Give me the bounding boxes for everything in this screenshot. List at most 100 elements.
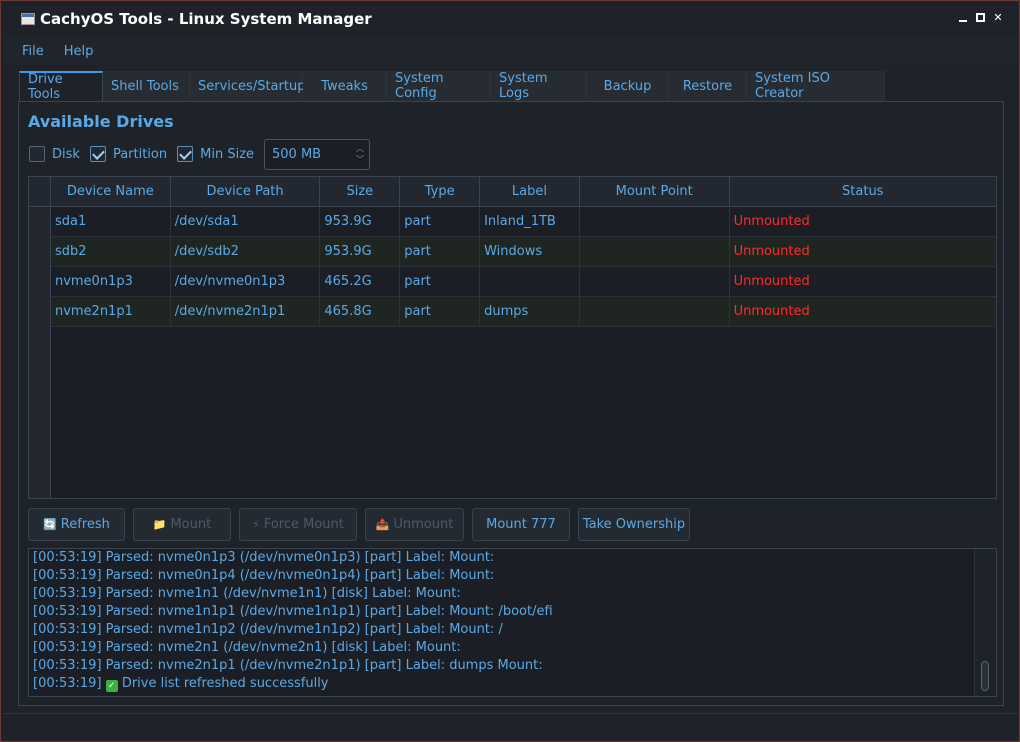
refresh-label: Refresh — [60, 517, 110, 532]
cell-type[interactable]: part — [400, 267, 481, 296]
unmount-label: Unmount — [393, 517, 454, 532]
app-window: CachyOS Tools - Linux System Manager ✕ F… — [0, 0, 1020, 742]
table-row[interactable]: 4 nvme2n1p1 /dev/nvme2n1p1 465.8G part d… — [29, 297, 996, 327]
tab-system-config[interactable]: System Config — [387, 71, 491, 101]
cell-size[interactable]: 953.9G — [320, 207, 401, 236]
cell-device-path[interactable]: /dev/nvme2n1p1 — [171, 297, 321, 326]
maximize-icon[interactable] — [976, 13, 985, 22]
menu-help[interactable]: Help — [64, 44, 94, 59]
drive-filters: Disk Partition Min Size 500 MB ︿ ﹀ — [29, 138, 371, 170]
tab-shell-tools[interactable]: Shell Tools — [103, 71, 190, 101]
tab-services-startup[interactable]: Services/Startup — [190, 71, 305, 101]
col-type[interactable]: Type — [400, 177, 481, 206]
chevron-up-icon[interactable]: ︿ — [356, 143, 364, 154]
tab-system-iso-creator[interactable]: System ISO Creator — [747, 71, 885, 101]
cell-device-path[interactable]: /dev/sdb2 — [171, 237, 321, 266]
row-header-column — [29, 207, 51, 498]
cell-type[interactable]: part — [400, 237, 481, 266]
cell-size[interactable]: 953.9G — [320, 237, 401, 266]
cell-device-name[interactable]: nvme0n1p3 — [51, 267, 171, 296]
tab-bar: Drive Tools Shell Tools Services/Startup… — [19, 71, 885, 102]
disk-checkbox[interactable] — [29, 146, 45, 162]
drive-tools-panel: Available Drives Disk Partition Min Size… — [18, 101, 1004, 706]
table-header: Device Name Device Path Size Type Label … — [29, 177, 996, 207]
minimize-icon[interactable] — [958, 13, 968, 23]
window-title: CachyOS Tools - Linux System Manager — [40, 10, 372, 28]
table-row[interactable]: 1 sda1 /dev/sda1 953.9G part Inland_1TB … — [29, 207, 996, 237]
cell-size[interactable]: 465.2G — [320, 267, 401, 296]
table-row[interactable]: 3 nvme0n1p3 /dev/nvme0n1p3 465.2G part U… — [29, 267, 996, 297]
log-success-text: Drive list refreshed successfully — [121, 676, 329, 691]
menu-bar: File Help — [2, 37, 1018, 65]
col-device-name[interactable]: Device Name — [51, 177, 171, 206]
refresh-icon: 🔄 — [43, 518, 57, 531]
col-size[interactable]: Size — [320, 177, 401, 206]
cell-device-name[interactable]: sdb2 — [51, 237, 171, 266]
col-device-path[interactable]: Device Path — [171, 177, 321, 206]
log-line: [00:53:19] Parsed: nvme1n1p2 (/dev/nvme1… — [33, 622, 503, 637]
min-size-checkbox-label[interactable]: Min Size — [200, 147, 254, 162]
cell-label[interactable]: Inland_1TB — [480, 207, 580, 236]
min-size-checkbox[interactable] — [177, 146, 194, 162]
tab-drive-tools[interactable]: Drive Tools — [19, 71, 103, 102]
refresh-button[interactable]: 🔄 Refresh — [28, 508, 125, 541]
force-mount-label: Force Mount — [263, 517, 344, 532]
cell-label[interactable] — [480, 267, 580, 296]
tab-restore[interactable]: Restore — [669, 71, 747, 101]
take-ownership-button[interactable]: Take Ownership — [578, 508, 690, 541]
cell-device-path[interactable]: /dev/nvme0n1p3 — [171, 267, 321, 296]
force-mount-button[interactable]: ⚡ Force Mount — [239, 508, 357, 541]
min-size-spinbox[interactable]: 500 MB ︿ ﹀ — [264, 138, 371, 170]
cell-device-name[interactable]: nvme2n1p1 — [51, 297, 171, 326]
cell-status[interactable]: Unmounted — [730, 237, 996, 266]
partition-checkbox[interactable] — [89, 146, 106, 162]
log-line: [00:53:19] Parsed: nvme0n1p4 (/dev/nvme0… — [33, 568, 495, 583]
cell-type[interactable]: part — [400, 297, 481, 326]
cell-label[interactable]: dumps — [480, 297, 580, 326]
cell-device-path[interactable]: /dev/sda1 — [171, 207, 321, 236]
mount-button[interactable]: 📁 Mount — [133, 508, 231, 541]
tab-backup[interactable]: Backup — [587, 71, 669, 101]
table-row[interactable]: 2 sdb2 /dev/sdb2 953.9G part Windows Unm… — [29, 237, 996, 267]
log-output[interactable]: [00:53:19] Parsed: nvme0n1p3 (/dev/nvme0… — [28, 548, 997, 697]
cell-status[interactable]: Unmounted — [730, 297, 996, 326]
mount-777-button[interactable]: Mount 777 — [472, 508, 570, 541]
log-scrollbar[interactable] — [974, 549, 996, 696]
disk-checkbox-label[interactable]: Disk — [52, 147, 80, 162]
mount-777-label: Mount 777 — [486, 517, 556, 532]
tab-system-logs[interactable]: System Logs — [491, 71, 587, 101]
check-icon: ✓ — [105, 680, 118, 692]
scrollbar-thumb[interactable] — [981, 661, 989, 691]
log-line: [00:53:19] Parsed: nvme0n1p3 (/dev/nvme0… — [33, 550, 495, 565]
cell-device-name[interactable]: sda1 — [51, 207, 171, 236]
spin-arrows[interactable]: ︿ ﹀ — [356, 143, 364, 165]
col-mount-point[interactable]: Mount Point — [580, 177, 730, 206]
log-line-success: [00:53:19] ✓ Drive list refreshed succes… — [29, 675, 996, 693]
cell-status[interactable]: Unmounted — [730, 267, 996, 296]
partition-checkbox-label[interactable]: Partition — [113, 147, 167, 162]
cell-type[interactable]: part — [400, 207, 481, 236]
log-line: [00:53:19] Parsed: nvme1n1 (/dev/nvme1n1… — [33, 586, 461, 601]
cell-mount-point[interactable] — [580, 267, 730, 296]
cell-mount-point[interactable] — [580, 237, 730, 266]
drives-table: Device Name Device Path Size Type Label … — [28, 176, 997, 499]
chevron-down-icon[interactable]: ﹀ — [356, 154, 364, 165]
cell-status[interactable]: Unmounted — [730, 207, 996, 236]
cell-mount-point[interactable] — [580, 207, 730, 236]
col-status[interactable]: Status — [730, 177, 996, 206]
log-line: [00:53:19] Parsed: nvme1n1p1 (/dev/nvme1… — [33, 604, 553, 619]
log-line: [00:53:19] Parsed: nvme2n1p1 (/dev/nvme2… — [33, 658, 543, 673]
outbox-icon: 📤 — [375, 518, 390, 531]
take-ownership-label: Take Ownership — [582, 517, 686, 532]
drive-actions: 🔄 Refresh 📁 Mount ⚡ Force Mount 📤 Unmoun… — [28, 508, 690, 541]
col-label[interactable]: Label — [480, 177, 580, 206]
unmount-button[interactable]: 📤 Unmount — [365, 508, 464, 541]
title-bar: CachyOS Tools - Linux System Manager ✕ — [1, 1, 1019, 37]
tab-tweaks[interactable]: Tweaks — [303, 71, 387, 101]
cell-label[interactable]: Windows — [480, 237, 580, 266]
cell-mount-point[interactable] — [580, 297, 730, 326]
close-icon[interactable]: ✕ — [993, 12, 1003, 23]
cell-size[interactable]: 465.8G — [320, 297, 401, 326]
menu-file[interactable]: File — [22, 44, 44, 59]
corner-cell[interactable] — [29, 177, 51, 206]
